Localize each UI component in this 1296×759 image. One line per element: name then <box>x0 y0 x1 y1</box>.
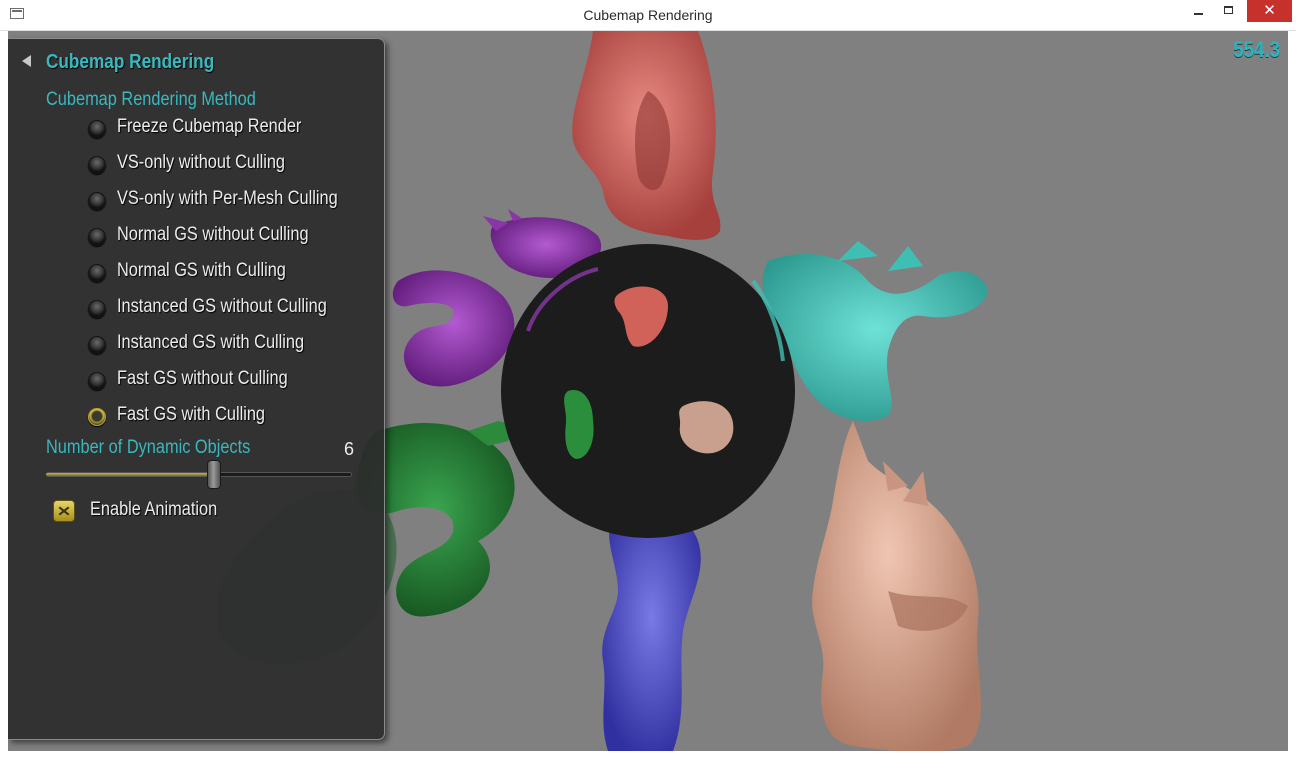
collapse-arrow-icon[interactable] <box>22 55 31 67</box>
sphere-reflection-peach <box>679 401 734 454</box>
dragon-peach <box>812 421 981 751</box>
render-viewport[interactable]: 554.3 Cubemap Rendering Cubemap Renderin… <box>8 31 1288 751</box>
method-label-2[interactable]: VS-only with Per-Mesh Culling <box>117 188 338 210</box>
reflective-sphere <box>501 244 795 538</box>
method-radio-7[interactable] <box>88 372 106 390</box>
fps-counter: 554.3 <box>1233 37 1280 62</box>
close-button[interactable]: ✕ <box>1247 0 1292 22</box>
dragon-cyan <box>762 241 988 421</box>
method-radio-6[interactable] <box>88 336 106 354</box>
dragon-top-red <box>572 31 721 240</box>
objects-slider-thumb[interactable] <box>207 460 221 489</box>
method-radio-2[interactable] <box>88 192 106 210</box>
minimize-icon <box>1194 13 1203 15</box>
objects-value: 6 <box>344 439 355 459</box>
maximize-icon <box>1224 6 1233 14</box>
method-label-4[interactable]: Normal GS with Culling <box>117 260 286 282</box>
method-label-3[interactable]: Normal GS without Culling <box>117 224 309 246</box>
method-radio-1[interactable] <box>88 156 106 174</box>
objects-label: Number of Dynamic Objects <box>46 437 251 458</box>
method-label-7[interactable]: Fast GS without Culling <box>117 368 288 390</box>
method-heading: Cubemap Rendering Method <box>46 89 256 110</box>
animation-checkbox[interactable] <box>53 500 75 522</box>
method-label-5[interactable]: Instanced GS without Culling <box>117 296 327 318</box>
title-bar: Cubemap Rendering ✕ <box>0 0 1296 31</box>
method-radio-5[interactable] <box>88 300 106 318</box>
method-label-8[interactable]: Fast GS with Culling <box>117 404 265 426</box>
window-title: Cubemap Rendering <box>583 7 713 23</box>
method-radio-4[interactable] <box>88 264 106 282</box>
maximize-button[interactable] <box>1216 0 1242 22</box>
method-radio-0[interactable] <box>88 120 106 138</box>
minimize-button[interactable] <box>1186 0 1212 22</box>
method-label-0[interactable]: Freeze Cubemap Render <box>117 116 301 138</box>
method-label-1[interactable]: VS-only without Culling <box>117 152 285 174</box>
method-label-6[interactable]: Instanced GS with Culling <box>117 332 304 354</box>
settings-panel: Cubemap Rendering Cubemap Rendering Meth… <box>8 38 385 740</box>
method-radio-8[interactable] <box>88 408 106 426</box>
animation-label[interactable]: Enable Animation <box>90 499 217 521</box>
objects-slider-fill <box>46 473 214 476</box>
method-radio-3[interactable] <box>88 228 106 246</box>
panel-title[interactable]: Cubemap Rendering <box>46 51 214 74</box>
